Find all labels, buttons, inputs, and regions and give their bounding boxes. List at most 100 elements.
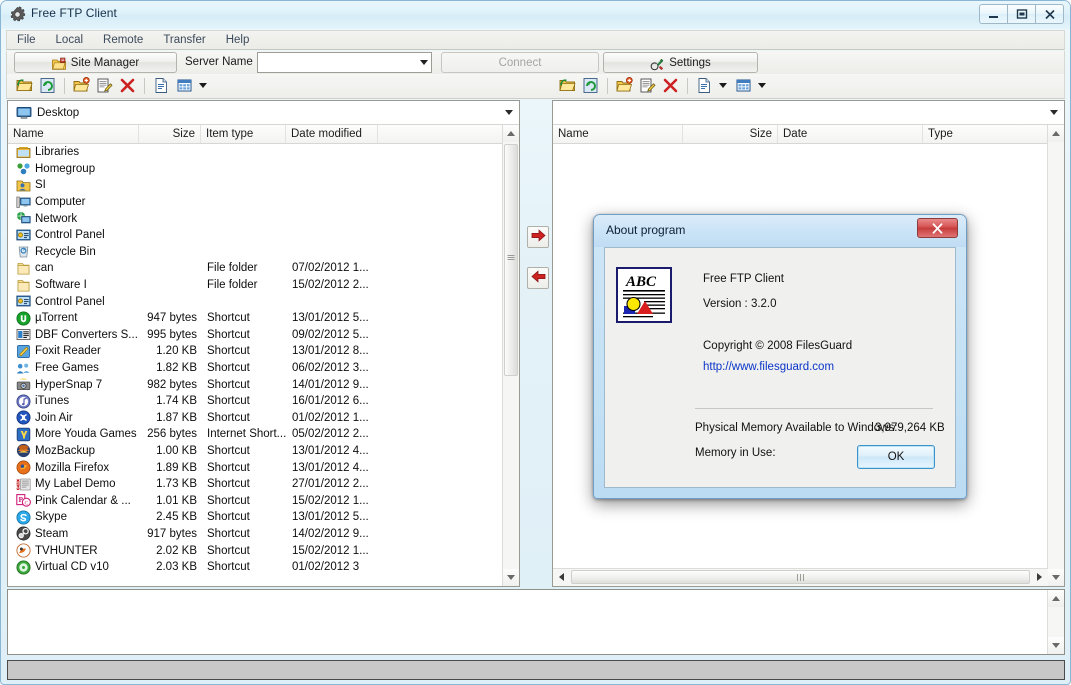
table-row[interactable]: Virtual CD v10 2.03 KB Shortcut 01/02/2012 … — [8, 559, 519, 576]
maximize-button[interactable] — [1007, 4, 1036, 24]
menu-item-remote[interactable]: Remote — [93, 32, 153, 48]
about-dialog-close-button[interactable] — [917, 218, 958, 238]
mozbackup-icon — [16, 443, 31, 458]
column-header-name[interactable]: Name — [8, 125, 139, 143]
scroll-thumb[interactable] — [504, 144, 518, 376]
scroll-up-button[interactable] — [1048, 590, 1064, 607]
column-header-size[interactable]: Size — [139, 125, 201, 143]
table-row[interactable]: More Youda Games 256 bytes Internet Short.… — [8, 426, 519, 443]
libraries-icon — [16, 145, 31, 160]
about-dialog-title-bar: About program — [594, 215, 966, 247]
table-row[interactable]: Recycle Bin — [8, 244, 519, 261]
table-row[interactable]: Software I File folder 15/02/2012 2... — [8, 277, 519, 294]
refresh-icon[interactable] — [38, 76, 57, 95]
column-header-type[interactable]: Type — [923, 125, 1064, 143]
remote-path-bar[interactable] — [553, 101, 1064, 125]
chevron-down-icon[interactable] — [1050, 110, 1058, 115]
svg-text:ABC: ABC — [625, 274, 657, 290]
table-row[interactable]: Steam 917 bytes Shortcut 14/02/2012 9... — [8, 526, 519, 543]
server-name-combo[interactable] — [257, 52, 432, 73]
minimize-button[interactable] — [979, 4, 1008, 24]
column-header-size[interactable]: Size — [683, 125, 778, 143]
delete-icon[interactable] — [118, 76, 137, 95]
table-row[interactable]: SI — [8, 177, 519, 194]
remote-vertical-scrollbar[interactable] — [1047, 125, 1064, 586]
properties-dropdown-arrow-icon[interactable] — [719, 83, 727, 88]
physical-memory-label: Physical Memory Available to Windows: — [695, 422, 898, 434]
new-folder-icon[interactable] — [615, 76, 634, 95]
table-row[interactable]: Free Games 1.82 KB Shortcut 06/02/2012 3... — [8, 360, 519, 377]
scroll-left-button[interactable] — [553, 569, 570, 585]
download-button[interactable] — [527, 267, 549, 289]
rename-icon[interactable] — [638, 76, 657, 95]
table-row[interactable]: Libraries — [8, 144, 519, 161]
view-dropdown-arrow-icon[interactable] — [758, 83, 766, 88]
new-folder-icon[interactable] — [72, 76, 91, 95]
transfer-log-pane[interactable] — [7, 589, 1065, 655]
table-row[interactable]: Mozilla Firefox 1.89 KB Shortcut 13/01/2012… — [8, 459, 519, 476]
log-vertical-scrollbar[interactable] — [1047, 590, 1064, 654]
scroll-down-button[interactable] — [1048, 637, 1064, 654]
column-header-date[interactable]: Date modified — [286, 125, 378, 143]
table-row[interactable]: Skype 2.45 KB Shortcut 13/01/2012 5... — [8, 509, 519, 526]
view-grid-icon[interactable] — [175, 76, 194, 95]
table-row[interactable]: µTorrent 947 bytes Shortcut 13/01/2012 5... — [8, 310, 519, 327]
scroll-up-button[interactable] — [1048, 125, 1064, 142]
table-row[interactable]: HyperSnap 7 982 bytes Shortcut 14/01/2012 9… — [8, 376, 519, 393]
table-row[interactable]: Control Panel — [8, 293, 519, 310]
table-row[interactable]: can File folder 07/02/2012 1... — [8, 260, 519, 277]
table-row[interactable]: Network — [8, 210, 519, 227]
settings-button[interactable]: Settings — [603, 52, 758, 73]
refresh-icon[interactable] — [581, 76, 600, 95]
menu-item-help[interactable]: Help — [216, 32, 260, 48]
table-row[interactable]: P C Pink Calendar & ... 1.01 KB Shortcut 15/0… — [8, 492, 519, 509]
column-header-filler — [378, 125, 519, 143]
delete-icon[interactable] — [661, 76, 680, 95]
scroll-thumb[interactable] — [571, 570, 1030, 584]
table-row[interactable]: Foxit Reader 1.20 KB Shortcut 13/01/2012 8.… — [8, 343, 519, 360]
file-name: Join Air — [35, 411, 73, 424]
table-row[interactable]: Control Panel — [8, 227, 519, 244]
view-dropdown-arrow-icon[interactable] — [199, 83, 207, 88]
scroll-right-button[interactable] — [1031, 569, 1048, 585]
open-folder-icon[interactable] — [558, 76, 577, 95]
column-header-type[interactable]: Item type — [201, 125, 286, 143]
table-row[interactable]: Join Air 1.87 KB Shortcut 01/02/2012 1... — [8, 410, 519, 427]
file-size: 1.00 KB — [156, 444, 197, 457]
column-header-name[interactable]: Name — [553, 125, 683, 143]
about-dialog-title: About program — [606, 223, 686, 237]
local-file-list[interactable]: Libraries Homegroup SI Computer Network Contr… — [8, 144, 519, 586]
scroll-down-button[interactable] — [503, 569, 519, 586]
rename-icon[interactable] — [95, 76, 114, 95]
file-properties-icon[interactable] — [152, 76, 171, 95]
close-button[interactable] — [1035, 4, 1064, 24]
local-vertical-scrollbar[interactable] — [502, 125, 519, 586]
file-size: 2.45 KB — [156, 511, 197, 524]
file-properties-icon[interactable] — [695, 76, 714, 95]
about-website-link[interactable]: http://www.filesguard.com — [703, 361, 834, 373]
table-row[interactable]: Computer — [8, 194, 519, 211]
ok-button[interactable]: OK — [857, 445, 935, 469]
table-row[interactable]: Homegroup — [8, 161, 519, 178]
connect-button[interactable]: Connect — [441, 52, 599, 73]
local-path-bar[interactable]: Desktop — [8, 101, 519, 125]
scroll-up-button[interactable] — [503, 125, 519, 142]
table-row[interactable]: iTunes 1.74 KB Shortcut 16/01/2012 6... — [8, 393, 519, 410]
arrow-right-icon — [531, 229, 546, 245]
upload-button[interactable] — [527, 226, 549, 248]
file-date: 06/02/2012 3... — [292, 362, 369, 375]
site-manager-button[interactable]: Site Manager — [14, 52, 177, 73]
open-folder-icon[interactable] — [15, 76, 34, 95]
menu-item-local[interactable]: Local — [46, 32, 94, 48]
menu-item-transfer[interactable]: Transfer — [153, 32, 215, 48]
menu-item-file[interactable]: File — [7, 32, 46, 48]
table-row[interactable]: TVHUNTER 2.02 KB Shortcut 15/02/2012 1... — [8, 542, 519, 559]
column-header-date[interactable]: Date — [778, 125, 923, 143]
view-grid-icon[interactable] — [734, 76, 753, 95]
remote-horizontal-scrollbar[interactable] — [553, 568, 1048, 586]
chevron-down-icon[interactable] — [505, 110, 513, 115]
table-row[interactable]: DBF Converters S... 995 bytes Shortcut 09/0… — [8, 327, 519, 344]
table-row[interactable]: DEMO My Label Demo 1.73 KB Shortcut 27/01/20… — [8, 476, 519, 493]
scroll-down-button[interactable] — [1048, 569, 1064, 586]
table-row[interactable]: MozBackup 1.00 KB Shortcut 13/01/2012 4... — [8, 443, 519, 460]
